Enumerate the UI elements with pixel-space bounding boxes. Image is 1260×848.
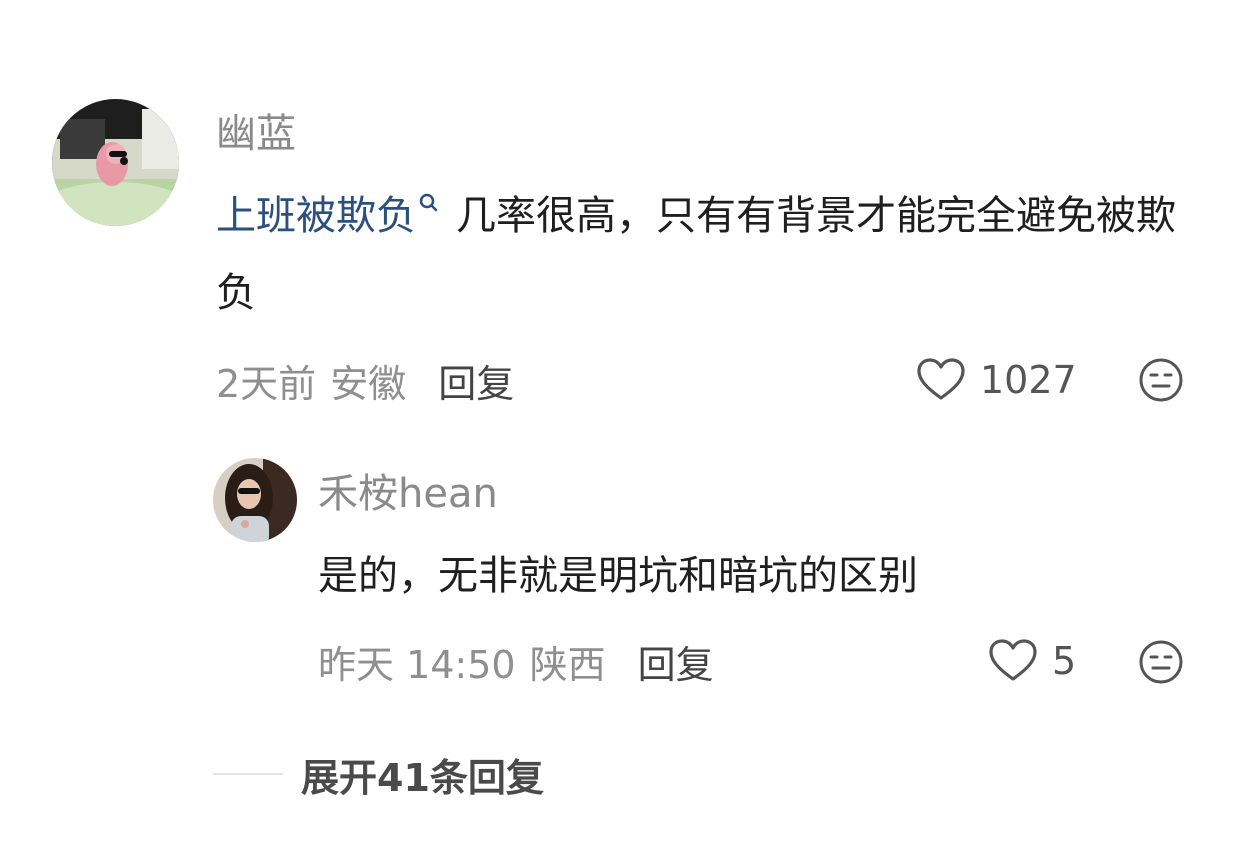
search-icon[interactable] xyxy=(416,192,442,222)
reply-emoji-reaction-button[interactable] xyxy=(1138,639,1184,685)
comment-location: 安徽 xyxy=(330,361,407,406)
reply-like-count: 5 xyxy=(1052,639,1077,683)
emoji-reaction-button[interactable] xyxy=(1138,357,1184,403)
reply-username[interactable]: 禾桉hean xyxy=(318,470,498,518)
reply-like-button[interactable]: 5 xyxy=(988,637,1076,685)
reply-button[interactable]: 回复 xyxy=(438,353,514,408)
reply-avatar-image xyxy=(213,458,297,542)
search-link[interactable]: 上班被欺负 xyxy=(216,193,416,239)
heart-icon xyxy=(917,358,965,400)
reply-avatar[interactable] xyxy=(213,458,297,542)
neutral-face-icon xyxy=(1139,358,1183,402)
expand-replies-button[interactable]: 展开41条回复 xyxy=(213,750,544,800)
like-count: 1027 xyxy=(980,358,1077,402)
like-button[interactable]: 1027 xyxy=(916,356,1077,404)
neutral-face-icon xyxy=(1139,640,1183,684)
avatar[interactable] xyxy=(52,99,179,226)
heart-icon xyxy=(989,639,1037,681)
reply-meta: 昨天 14:50 陕西 回复 xyxy=(318,637,714,687)
comment-thread: 幽蓝 上班被欺负 几率很高，只有有背景才能完全避免被欺负 2天前 安徽 回复 10… xyxy=(0,0,1260,848)
comment-body: 上班被欺负 几率很高，只有有背景才能完全避免被欺负 xyxy=(216,178,1206,332)
avatar-image xyxy=(52,99,179,226)
comment-username[interactable]: 幽蓝 xyxy=(216,110,296,158)
expand-replies-label: 展开41条回复 xyxy=(301,755,544,800)
comment-time: 2天前 xyxy=(216,361,317,406)
reply-body: 是的，无非就是明坑和暗坑的区别 xyxy=(318,553,918,599)
reply-time: 昨天 14:50 xyxy=(318,642,516,687)
reply-location: 陕西 xyxy=(529,642,606,687)
comment-meta: 2天前 安徽 回复 xyxy=(216,356,514,406)
divider-line xyxy=(213,773,283,775)
reply-reply-button[interactable]: 回复 xyxy=(638,634,714,689)
